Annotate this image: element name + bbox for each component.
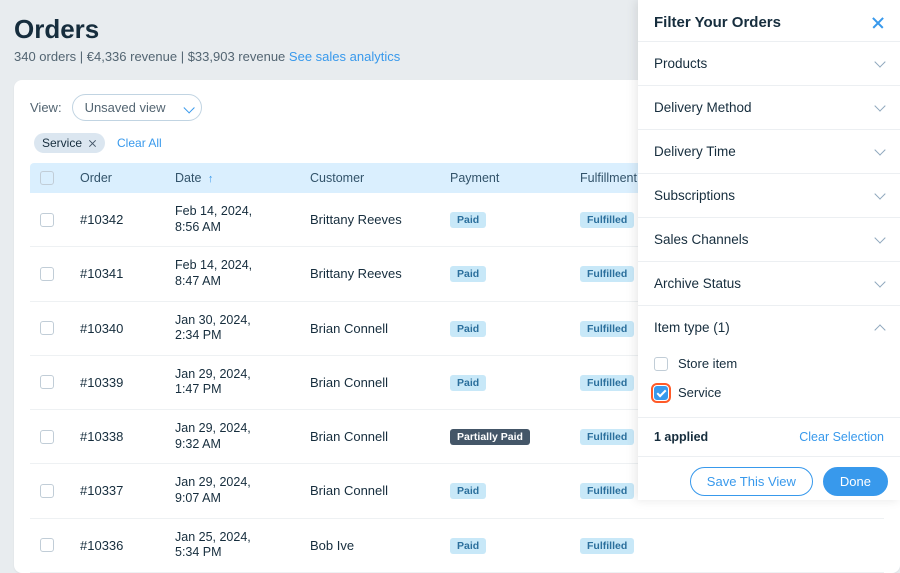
sort-asc-icon: ↑: [208, 173, 214, 185]
filter-section[interactable]: Sales Channels: [638, 217, 900, 261]
payment-badge: Paid: [450, 375, 486, 391]
order-date: Feb 14, 2024,8:47 AM: [175, 258, 310, 289]
filter-option[interactable]: Service: [654, 378, 884, 407]
close-icon[interactable]: [872, 17, 884, 29]
save-view-button[interactable]: Save This View: [690, 467, 813, 496]
order-date: Jan 29, 2024,9:07 AM: [175, 475, 310, 506]
chevron-up-icon: [874, 324, 885, 335]
chevron-down-icon: [874, 144, 885, 155]
fulfillment-badge: Fulfilled: [580, 266, 634, 282]
payment-badge: Paid: [450, 321, 486, 337]
row-checkbox[interactable]: [40, 213, 54, 227]
clear-all-link[interactable]: Clear All: [117, 136, 162, 150]
checkbox[interactable]: [654, 386, 668, 400]
order-id: #10337: [80, 483, 175, 498]
view-label: View:: [30, 100, 62, 115]
row-checkbox[interactable]: [40, 430, 54, 444]
order-id: #10342: [80, 212, 175, 227]
fulfillment-badge: Fulfilled: [580, 375, 634, 391]
col-payment[interactable]: Payment: [450, 171, 580, 185]
order-date: Jan 29, 2024,1:47 PM: [175, 367, 310, 398]
section-label: Delivery Method: [654, 100, 752, 115]
filter-section[interactable]: Products: [638, 41, 900, 85]
payment-badge: Paid: [450, 538, 486, 554]
checkbox[interactable]: [654, 357, 668, 371]
payment-badge: Paid: [450, 483, 486, 499]
option-label: Service: [678, 385, 721, 400]
order-date: Feb 14, 2024,8:56 AM: [175, 204, 310, 235]
order-id: #10338: [80, 429, 175, 444]
order-date: Jan 30, 2024,2:34 PM: [175, 313, 310, 344]
customer-name: Brian Connell: [310, 321, 450, 336]
customer-name: Brian Connell: [310, 483, 450, 498]
order-id: #10339: [80, 375, 175, 390]
payment-badge: Partially Paid: [450, 429, 530, 445]
order-date: Jan 29, 2024,9:32 AM: [175, 421, 310, 452]
filter-chip-service[interactable]: Service: [34, 133, 105, 153]
order-id: #10340: [80, 321, 175, 336]
order-id: #10336: [80, 538, 175, 553]
fulfillment-badge: Fulfilled: [580, 212, 634, 228]
fulfillment-badge: Fulfilled: [580, 483, 634, 499]
row-checkbox[interactable]: [40, 538, 54, 552]
filter-section[interactable]: Delivery Time: [638, 129, 900, 173]
row-checkbox[interactable]: [40, 321, 54, 335]
filter-section[interactable]: Subscriptions: [638, 173, 900, 217]
customer-name: Brian Connell: [310, 429, 450, 444]
customer-name: Bob Ive: [310, 538, 450, 553]
payment-badge: Paid: [450, 212, 486, 228]
section-label: Delivery Time: [654, 144, 736, 159]
chevron-down-icon: [874, 232, 885, 243]
close-icon[interactable]: [88, 139, 97, 148]
col-order[interactable]: Order: [80, 171, 175, 185]
filter-section[interactable]: Delivery Method: [638, 85, 900, 129]
row-checkbox[interactable]: [40, 484, 54, 498]
col-customer[interactable]: Customer: [310, 171, 450, 185]
order-id: #10341: [80, 266, 175, 281]
col-date[interactable]: Date ↑: [175, 171, 310, 185]
applied-count: 1 applied: [654, 430, 708, 444]
fulfillment-badge: Fulfilled: [580, 538, 634, 554]
view-select[interactable]: Unsaved view: [72, 94, 202, 121]
section-label: Subscriptions: [654, 188, 735, 203]
chevron-down-icon: [874, 188, 885, 199]
done-button[interactable]: Done: [823, 467, 888, 496]
clear-selection-link[interactable]: Clear Selection: [799, 430, 884, 444]
row-checkbox[interactable]: [40, 375, 54, 389]
chevron-down-icon: [874, 276, 885, 287]
row-checkbox[interactable]: [40, 267, 54, 281]
chip-label: Service: [42, 136, 82, 150]
customer-name: Brittany Reeves: [310, 212, 450, 227]
section-label: Sales Channels: [654, 232, 749, 247]
table-row[interactable]: #10336Jan 25, 2024,5:34 PMBob IvePaid Ful…: [30, 519, 884, 573]
summary-text: 340 orders | €4,336 revenue | $33,903 re…: [14, 49, 285, 64]
filter-section[interactable]: Archive Status: [638, 261, 900, 305]
section-label: Item type (1): [654, 320, 730, 335]
filter-section[interactable]: Item type (1): [638, 305, 900, 349]
panel-title: Filter Your Orders: [654, 14, 781, 31]
option-label: Store item: [678, 356, 737, 371]
filter-option[interactable]: Store item: [654, 349, 884, 378]
chevron-down-icon: [874, 56, 885, 67]
customer-name: Brian Connell: [310, 375, 450, 390]
filter-panel: Filter Your Orders Products Delivery Meth…: [638, 0, 900, 500]
fulfillment-badge: Fulfilled: [580, 429, 634, 445]
section-label: Archive Status: [654, 276, 741, 291]
select-all-checkbox[interactable]: [40, 171, 54, 185]
fulfillment-badge: Fulfilled: [580, 321, 634, 337]
order-date: Jan 25, 2024,5:34 PM: [175, 530, 310, 561]
chevron-down-icon: [874, 100, 885, 111]
payment-badge: Paid: [450, 266, 486, 282]
view-select-value: Unsaved view: [85, 100, 166, 115]
sales-analytics-link[interactable]: See sales analytics: [289, 49, 400, 64]
customer-name: Brittany Reeves: [310, 266, 450, 281]
section-label: Products: [654, 56, 707, 71]
